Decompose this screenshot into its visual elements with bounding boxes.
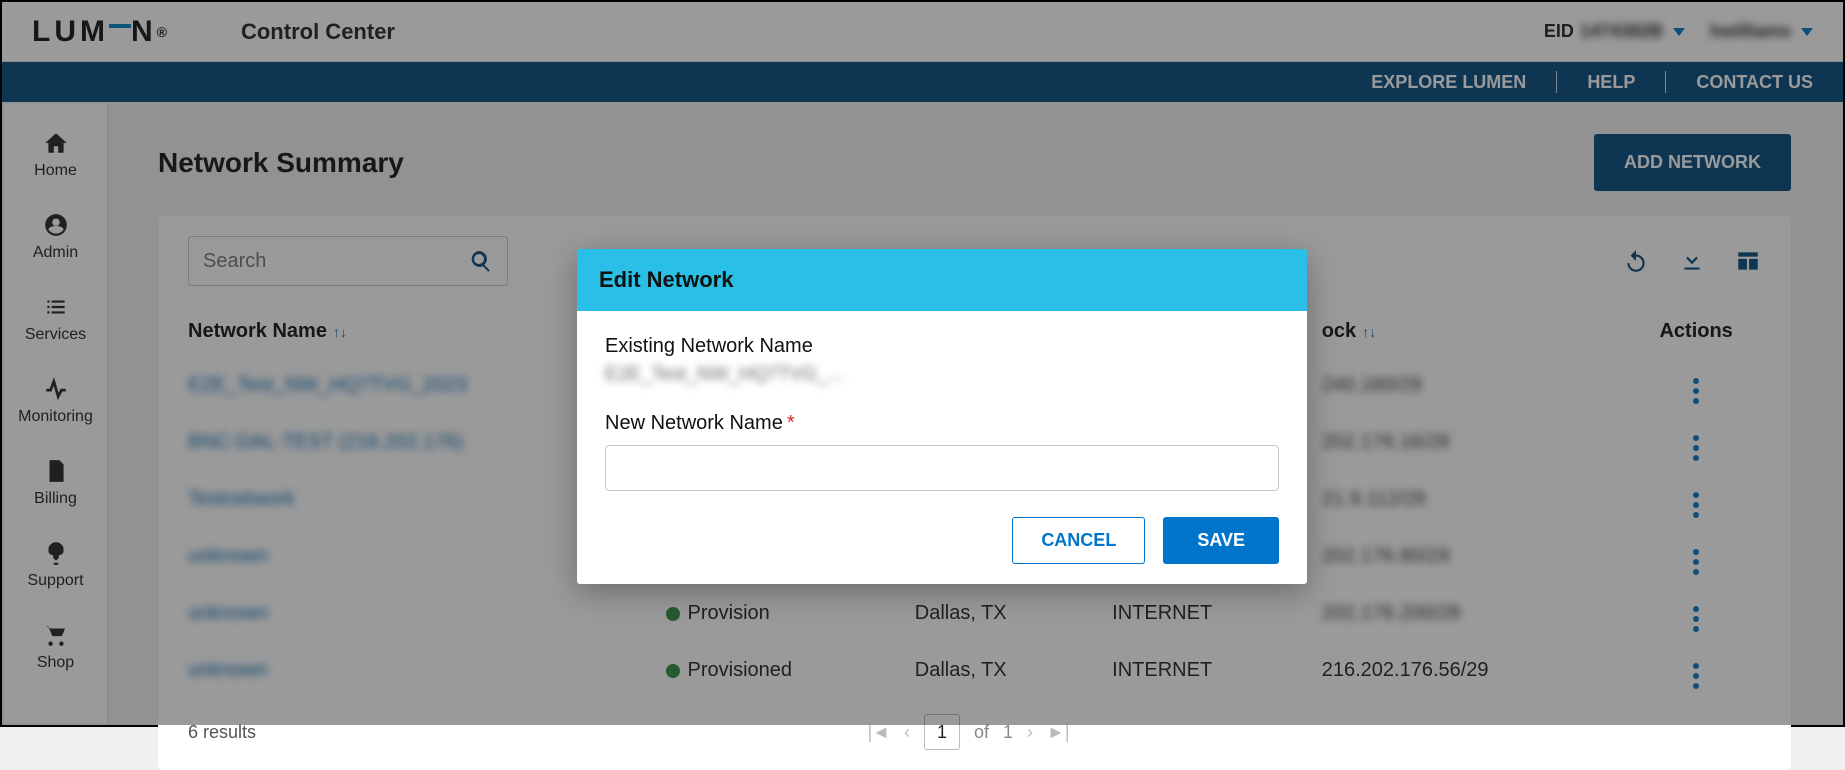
cancel-button[interactable]: CANCEL [1012,517,1145,564]
existing-name-value: E2E_Test_NW_HQ7TVG_... [605,364,1279,386]
edit-network-modal: Edit Network Existing Network Name E2E_T… [577,249,1307,584]
existing-name-label: Existing Network Name [605,335,1279,358]
new-name-label: New Network Name* [605,412,1279,435]
save-button[interactable]: SAVE [1163,517,1279,564]
modal-title: Edit Network [577,249,1307,311]
new-name-input[interactable] [605,445,1279,491]
